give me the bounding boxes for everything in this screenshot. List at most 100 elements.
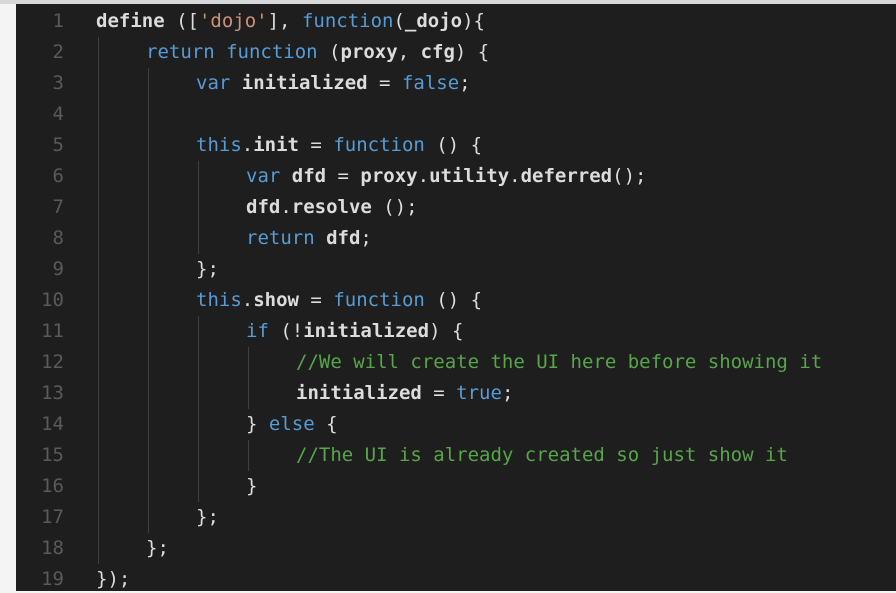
code-token: ; [459, 72, 471, 94]
line-number: 6 [52, 165, 64, 187]
line-number: 13 [41, 382, 64, 404]
code-line[interactable]: 12 //We will create the UI here before sh… [16, 347, 896, 378]
code-token: { [326, 413, 338, 435]
code-token: } [246, 475, 258, 497]
code-token: _dojo [404, 10, 463, 32]
code-token: = [298, 289, 334, 311]
code-line[interactable]: 7 dfd.resolve (); [16, 192, 896, 223]
code-text: this.show = function () { [196, 285, 482, 316]
code-line[interactable]: 3 var initialized = false; [16, 68, 896, 99]
code-token: return [246, 227, 327, 249]
code-text: } else { [246, 409, 338, 440]
code-token: = [326, 165, 361, 187]
code-token: . [241, 289, 254, 311]
code-token: true [456, 382, 502, 404]
code-token: . [509, 165, 521, 187]
code-token: ( [329, 41, 341, 63]
code-token: . [417, 165, 430, 187]
code-text: var dfd = proxy.utility.deferred(); [246, 161, 646, 192]
line-number: 9 [52, 258, 64, 280]
code-text: }; [146, 533, 169, 564]
code-line[interactable]: 10 this.show = function () { [16, 285, 896, 316]
code-line[interactable]: 8 return dfd; [16, 223, 896, 254]
line-number: 17 [41, 506, 64, 528]
code-token: resolve [291, 196, 372, 218]
code-line[interactable]: 2 return function (proxy, cfg) { [16, 37, 896, 68]
code-line[interactable]: 18}; [16, 533, 896, 564]
code-token: ){ [462, 10, 485, 32]
line-number: 3 [52, 72, 64, 94]
code-token: dfd [326, 227, 361, 249]
code-token: false [401, 72, 460, 94]
code-line[interactable]: 11 if (!initialized) { [16, 316, 896, 347]
code-token: initialized [303, 320, 430, 342]
code-token: }; [146, 537, 169, 559]
code-token: //We will create the UI here before show… [296, 351, 823, 373]
code-text: initialized = true; [296, 378, 513, 409]
screenshot-frame: 1 define (['dojo'], function(_dojo){ 2 retu… [0, 0, 896, 593]
code-token: ; [501, 382, 514, 404]
code-token: else [268, 413, 327, 435]
code-token: proxy [360, 165, 418, 187]
code-line[interactable]: 5 this.init = function () { [16, 130, 896, 161]
code-text: }; [196, 254, 219, 285]
code-token: cfg [420, 41, 455, 63]
code-token: show [253, 289, 299, 311]
code-line[interactable]: 1 define (['dojo'], function(_dojo){ [16, 6, 896, 37]
line-number: 14 [41, 413, 64, 435]
code-token: () { [436, 134, 483, 156]
code-token: var [196, 72, 242, 94]
code-token: this [196, 134, 242, 156]
code-token: proxy [340, 41, 398, 63]
code-text: define (['dojo'], function(_dojo){ [96, 6, 485, 37]
code-token: 'dojo' [198, 10, 268, 32]
code-text: //The UI is already created so just show… [296, 440, 788, 471]
code-text: //We will create the UI here before show… [296, 347, 822, 378]
code-token: dfd [246, 196, 281, 218]
code-line[interactable]: 14 } else { [16, 409, 896, 440]
code-token: ], [267, 10, 302, 32]
line-number: 7 [52, 196, 64, 218]
code-line[interactable]: 19}); [16, 564, 896, 591]
code-token: utility [429, 165, 510, 187]
code-text: var initialized = false; [196, 68, 471, 99]
line-number: 4 [52, 103, 64, 125]
code-token: () { [436, 289, 483, 311]
code-line[interactable]: 15 //The UI is already created so just sh… [16, 440, 896, 471]
code-token: (); [371, 196, 418, 218]
code-token: define [96, 10, 177, 32]
code-token: }; [196, 506, 219, 528]
code-line[interactable]: 6 var dfd = proxy.utility.deferred(); [16, 161, 896, 192]
line-number: 2 [52, 41, 64, 63]
line-number: 19 [41, 568, 64, 590]
code-token: , [397, 41, 421, 63]
code-line[interactable]: 4 [16, 99, 896, 130]
code-text: this.init = function () { [196, 130, 482, 161]
code-text: return function (proxy, cfg) { [146, 37, 489, 68]
code-token: }); [96, 568, 131, 590]
code-token: function [333, 134, 437, 156]
code-token: init [253, 134, 299, 156]
code-token: this [196, 289, 242, 311]
code-token: deferred [520, 165, 613, 187]
code-token: ) { [429, 320, 464, 342]
line-number: 11 [41, 320, 64, 342]
code-token: //The UI is already created so just show… [296, 444, 788, 466]
code-token: ([ [176, 10, 199, 32]
code-token: if [246, 320, 281, 342]
line-number: 15 [41, 444, 64, 466]
code-token: return [146, 41, 227, 63]
code-line[interactable]: 13 initialized = true; [16, 378, 896, 409]
code-token: ( [393, 10, 405, 32]
code-token: ) { [454, 41, 490, 63]
code-token: initialized [241, 72, 368, 94]
line-number: 5 [52, 134, 64, 156]
code-text: } [246, 471, 257, 502]
code-editor[interactable]: 1 define (['dojo'], function(_dojo){ 2 retu… [16, 4, 896, 591]
code-line[interactable]: 16} [16, 471, 896, 502]
code-line[interactable]: 9}; [16, 254, 896, 285]
code-token: = [298, 134, 334, 156]
code-line[interactable]: 17}; [16, 502, 896, 533]
code-token: var [246, 165, 292, 187]
code-token: (! [280, 320, 304, 342]
